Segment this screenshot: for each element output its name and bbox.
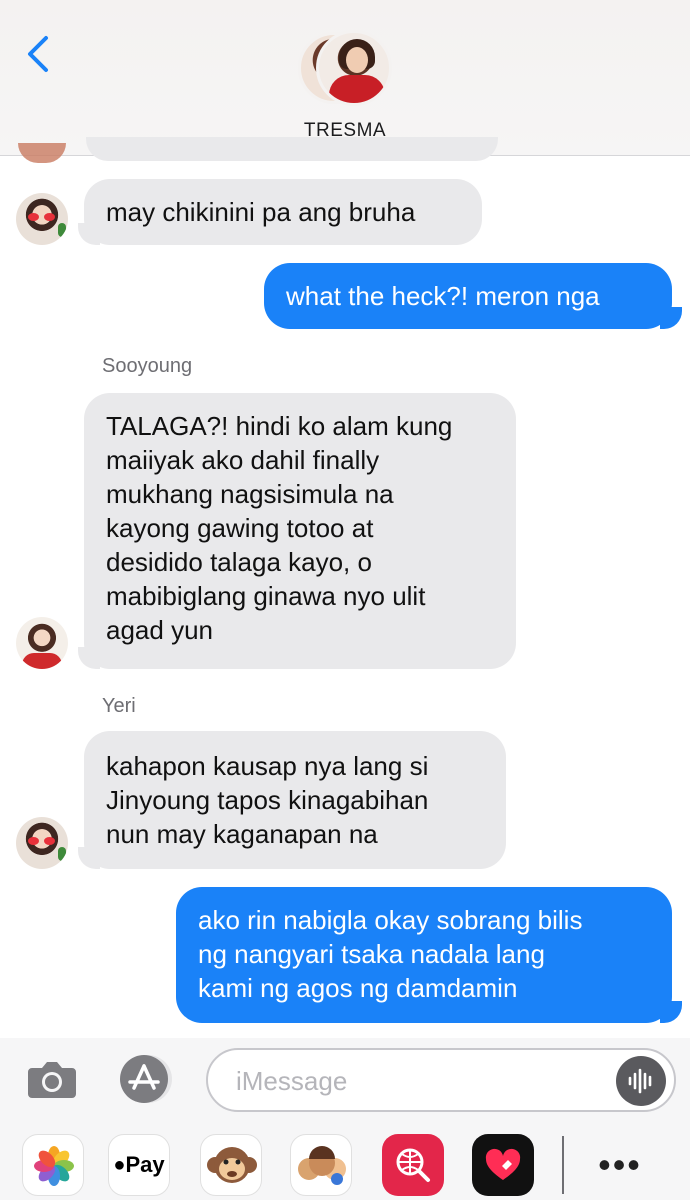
compose-bar	[0, 1038, 690, 1120]
drawer-divider	[562, 1136, 564, 1194]
message-line: kami ng agos ng damdamin	[198, 973, 518, 1003]
more-apps-button[interactable]: •••	[590, 1140, 650, 1190]
group-avatar[interactable]	[298, 30, 394, 108]
message-bubble-incoming	[86, 137, 498, 161]
message-text: may chikinini pa ang bruha	[106, 197, 416, 227]
bubble-tail	[78, 647, 100, 669]
message-line: mabibiglang ginawa nyo ulit	[106, 581, 426, 611]
more-icon: •••	[598, 1144, 642, 1185]
photos-icon	[34, 1146, 74, 1186]
imessage-input[interactable]	[236, 1064, 596, 1098]
photos-app-button[interactable]	[22, 1134, 84, 1196]
message-text: what the heck?! meron nga	[286, 281, 600, 311]
message-line: TALAGA?! hindi ko alam kung	[106, 411, 453, 441]
message-line: kayong gawing totoo at	[106, 513, 374, 543]
message-line: mukhang nagsisimula na	[106, 479, 394, 509]
message-bubble-incoming[interactable]: may chikinini pa ang bruha	[84, 179, 482, 245]
audio-message-button[interactable]	[616, 1056, 666, 1106]
avatar[interactable]	[16, 193, 68, 245]
digital-touch-button[interactable]	[472, 1134, 534, 1196]
animoji-button[interactable]	[200, 1134, 262, 1196]
heart-touch-icon	[485, 1148, 521, 1180]
message-line: agad yun	[106, 615, 213, 645]
message-bubble-outgoing[interactable]: what the heck?! meron nga	[264, 263, 672, 329]
memoji-stickers-button[interactable]	[290, 1134, 352, 1196]
message-bubble-outgoing[interactable]: ako rin nabigla okay sobrang bilis ng na…	[176, 887, 672, 1023]
avatar[interactable]	[16, 617, 68, 669]
bubble-tail	[78, 223, 100, 245]
group-avatar-member-2	[316, 30, 392, 106]
message-bubble-incoming[interactable]: TALAGA?! hindi ko alam kung maiiyak ako …	[84, 393, 516, 669]
message-thread[interactable]: may chikinini pa ang bruha what the heck…	[0, 137, 690, 1037]
avatar[interactable]	[16, 817, 68, 869]
conversation-header: TRESMA	[0, 0, 690, 156]
app-drawer: ● Pay •••	[0, 1120, 690, 1200]
message-line: kahapon kausap nya lang si	[106, 751, 429, 781]
apple-pay-button[interactable]: ● Pay	[108, 1134, 170, 1196]
waveform-icon	[628, 1068, 652, 1094]
message-line: maiiyak ako dahil finally	[106, 445, 380, 475]
camera-button[interactable]	[24, 1054, 80, 1104]
message-bubble-incoming[interactable]: kahapon kausap nya lang si Jinyoung tapo…	[84, 731, 506, 869]
globe-search-icon	[396, 1148, 430, 1182]
monkey-icon	[207, 1147, 257, 1183]
message-line: Jinyoung tapos kinagabihan	[106, 785, 429, 815]
message-line: desidido talaga kayo, o	[106, 547, 372, 577]
bubble-tail	[78, 847, 100, 869]
back-button[interactable]	[22, 34, 56, 74]
app-store-button[interactable]	[114, 1054, 176, 1104]
app-store-icon	[120, 1055, 172, 1103]
apple-icon: ●	[113, 1153, 126, 1176]
camera-icon	[28, 1062, 76, 1098]
chevron-left-icon	[28, 36, 48, 72]
message-line: nun may kaganapan na	[106, 819, 378, 849]
bubble-tail	[660, 1001, 682, 1023]
memoji-icon	[298, 1146, 346, 1185]
avatar	[18, 143, 66, 163]
bubble-tail	[660, 307, 682, 329]
sender-name: Sooyoung	[102, 355, 193, 377]
images-search-button[interactable]	[382, 1134, 444, 1196]
apple-pay-label: Pay	[125, 1152, 165, 1177]
message-line: ako rin nabigla okay sobrang bilis	[198, 905, 583, 935]
sender-name: Yeri	[102, 695, 136, 717]
message-line: ng nangyari tsaka nadala lang	[198, 939, 545, 969]
imessage-input-container[interactable]	[206, 1048, 676, 1112]
